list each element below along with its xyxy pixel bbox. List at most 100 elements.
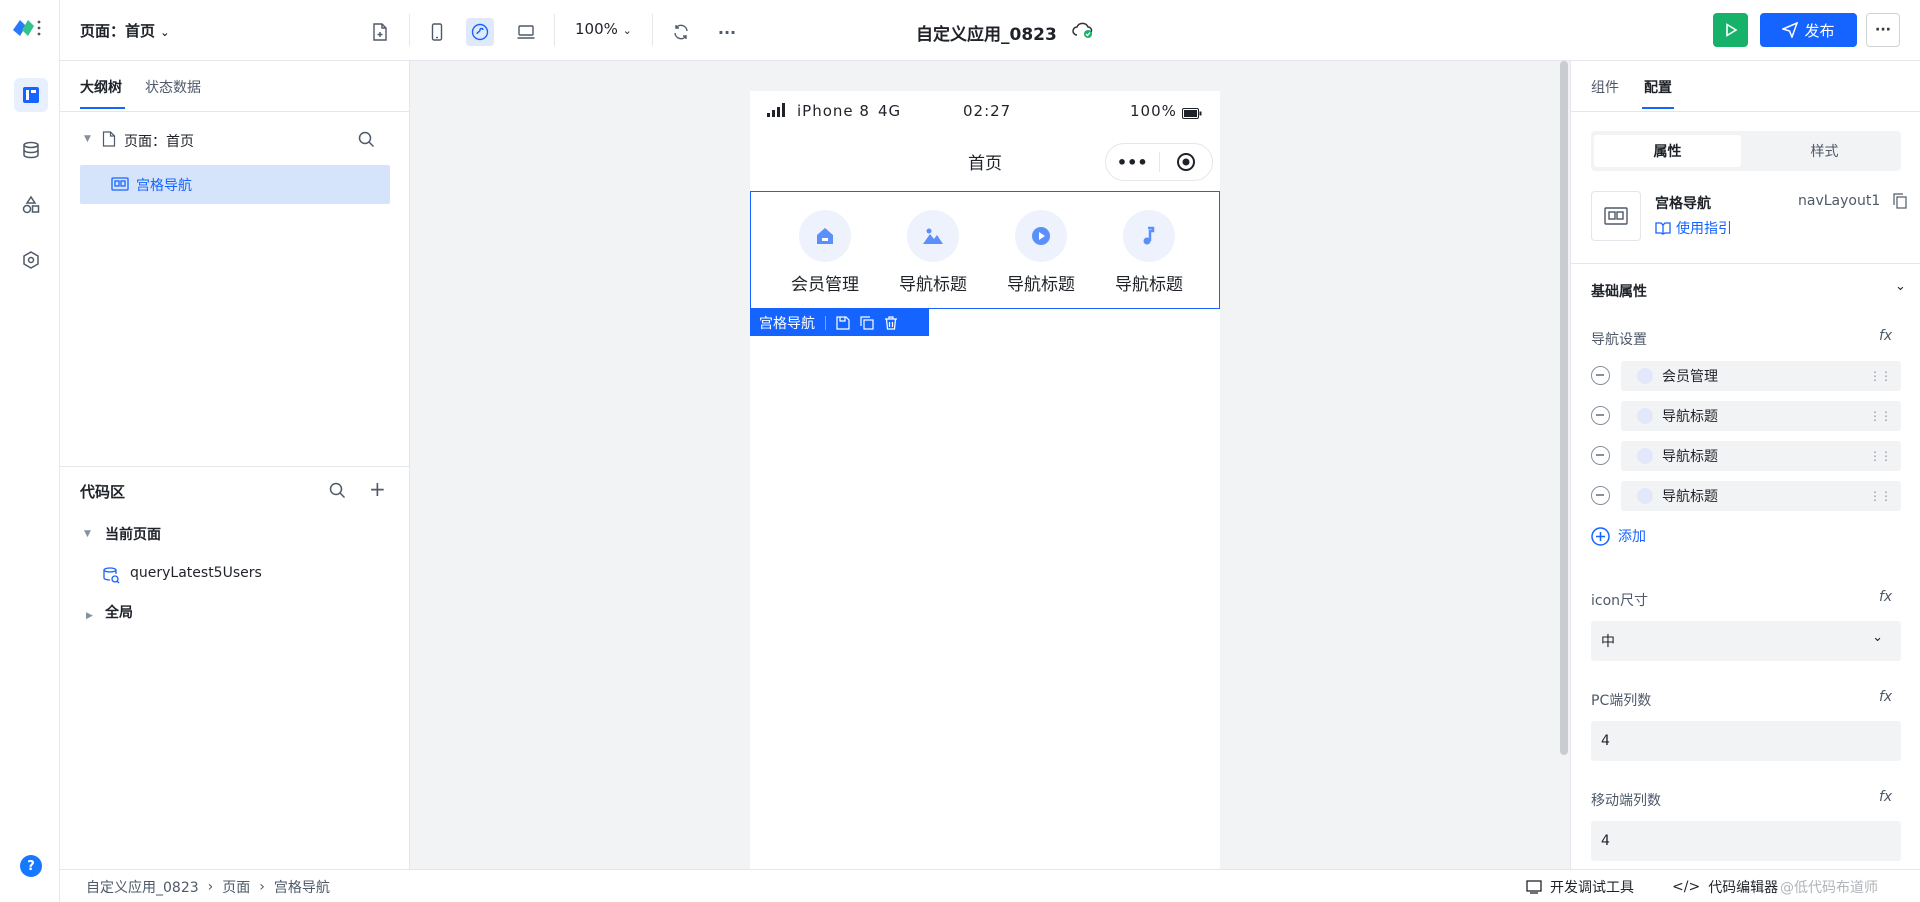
usage-guide-link[interactable]: 使用指引: [1655, 218, 1732, 238]
app-title: 自定义应用_0823: [916, 25, 1057, 45]
drag-handle-icon[interactable]: ⋮⋮: [1869, 368, 1892, 384]
components-icon[interactable]: [14, 188, 48, 222]
status-time: 02:27: [963, 102, 1012, 120]
page-file-icon: [102, 131, 116, 151]
refresh-icon[interactable]: [667, 18, 695, 46]
remove-circle-icon[interactable]: [1591, 446, 1610, 465]
miniprogram-capsule[interactable]: •••: [1105, 143, 1213, 181]
code-editor-label: 代码编辑器: [1708, 880, 1779, 896]
current-page-group[interactable]: 当前页面: [105, 524, 161, 544]
mobile-view-icon[interactable]: [423, 18, 451, 46]
mobile-cols-value: 4: [1601, 833, 1610, 849]
copy-icon[interactable]: [860, 315, 874, 330]
dev-tools-button[interactable]: 开发调试工具: [1526, 877, 1634, 897]
grid-nav-item[interactable]: 导航标题: [1099, 210, 1199, 295]
tab-outline-tree[interactable]: 大纲树: [80, 77, 122, 97]
outline-icon[interactable]: [14, 78, 48, 112]
grid-nav-component[interactable]: 会员管理 导航标题 导航标题 导航标题: [750, 191, 1220, 309]
add-code-icon[interactable]: +: [369, 477, 386, 501]
remove-circle-icon[interactable]: [1591, 366, 1610, 385]
settings-hex-icon[interactable]: [14, 243, 48, 277]
canvas-scrollbar[interactable]: [1560, 61, 1568, 755]
tab-state-data[interactable]: 状态数据: [145, 77, 201, 97]
mobile-cols-input[interactable]: 4: [1591, 821, 1901, 861]
component-name: 宫格导航: [1655, 196, 1711, 212]
fx-icon[interactable]: fx: [1879, 328, 1892, 344]
close-target-icon[interactable]: [1159, 152, 1212, 172]
tree-node-label: 宫格导航: [136, 178, 192, 194]
help-icon[interactable]: ?: [20, 855, 42, 877]
grid-nav-item[interactable]: 导航标题: [883, 210, 983, 295]
section-basic-props[interactable]: 基础属性: [1591, 281, 1647, 301]
battery-icon: [1182, 105, 1202, 123]
selection-toolbar: 宫格导航: [750, 309, 929, 336]
grid-nav-item[interactable]: 会员管理: [775, 210, 875, 295]
chevron-right-icon: ›: [207, 879, 214, 895]
code-editor-button[interactable]: </> 代码编辑器: [1672, 877, 1778, 897]
caret-down-icon[interactable]: ▼: [84, 529, 91, 539]
divider: [60, 111, 410, 112]
search-icon[interactable]: [358, 131, 375, 152]
grid-nav-item[interactable]: 导航标题: [991, 210, 1091, 295]
copy-id-icon[interactable]: [1893, 193, 1907, 213]
app-logo-icon[interactable]: [10, 16, 50, 40]
page-selector-label: 页面：首页: [80, 22, 156, 40]
page-selector[interactable]: 页面：首页 ⌄: [80, 20, 169, 41]
breadcrumb-component[interactable]: 宫格导航: [274, 877, 330, 897]
drag-handle-icon[interactable]: ⋮⋮: [1869, 448, 1892, 464]
save-icon[interactable]: [836, 315, 850, 330]
tree-node-grid-nav[interactable]: 宫格导航: [80, 165, 390, 204]
drag-handle-icon[interactable]: ⋮⋮: [1869, 488, 1892, 504]
dev-tools-label: 开发调试工具: [1550, 880, 1634, 896]
nav-setting-row: 导航标题 ⋮⋮: [1591, 481, 1901, 511]
divider: [409, 14, 410, 46]
nav-setting-item[interactable]: 导航标题 ⋮⋮: [1621, 441, 1901, 471]
add-page-icon[interactable]: [366, 18, 394, 46]
miniprogram-view-icon[interactable]: [466, 18, 494, 46]
nav-setting-item[interactable]: 会员管理 ⋮⋮: [1621, 361, 1901, 391]
play-icon: [1725, 23, 1738, 37]
drag-handle-icon[interactable]: ⋮⋮: [1869, 408, 1892, 424]
zoom-value: 100%: [575, 20, 618, 38]
caret-down-icon[interactable]: ▼: [84, 134, 91, 144]
fx-icon[interactable]: fx: [1879, 789, 1892, 805]
breadcrumb-app[interactable]: 自定义应用_0823: [86, 877, 199, 897]
desktop-view-icon[interactable]: [512, 18, 540, 46]
nav-setting-item[interactable]: 导航标题 ⋮⋮: [1621, 481, 1901, 511]
run-button[interactable]: [1713, 13, 1748, 47]
nav-setting-item[interactable]: 导航标题 ⋮⋮: [1621, 401, 1901, 431]
breadcrumb-page[interactable]: 页面: [222, 877, 250, 897]
divider: [554, 14, 555, 46]
more-horizontal-icon[interactable]: ···: [713, 18, 741, 46]
segment-style[interactable]: 样式: [1751, 135, 1898, 167]
global-group[interactable]: 全局: [105, 602, 133, 622]
nav-setting-row: 导航标题 ⋮⋮: [1591, 401, 1901, 431]
caret-right-icon[interactable]: ▶: [86, 611, 93, 621]
fx-icon[interactable]: fx: [1879, 689, 1892, 705]
pc-cols-value: 4: [1601, 733, 1610, 749]
add-nav-button[interactable]: 添加: [1591, 526, 1646, 546]
zoom-select[interactable]: 100% ⌄: [575, 20, 632, 38]
icon-size-select[interactable]: 中 ⌄: [1591, 621, 1901, 661]
database-icon[interactable]: [14, 133, 48, 167]
tab-config[interactable]: 配置: [1644, 77, 1672, 97]
bottom-bar: 自定义应用_0823 › 页面 › 宫格导航 开发调试工具 </> 代码编辑器 …: [60, 869, 1920, 902]
pc-cols-input[interactable]: 4: [1591, 721, 1901, 761]
code-search-icon[interactable]: [329, 482, 346, 503]
query-item[interactable]: queryLatest5Users: [130, 565, 262, 581]
remove-circle-icon[interactable]: [1591, 486, 1610, 505]
tab-components[interactable]: 组件: [1591, 77, 1619, 97]
delete-icon[interactable]: [884, 315, 898, 330]
tree-page-node[interactable]: 页面：首页: [124, 131, 194, 151]
chevron-down-icon[interactable]: ⌄: [1895, 279, 1906, 294]
segment-properties[interactable]: 属性: [1594, 135, 1741, 167]
play-icon: [1637, 448, 1653, 464]
fx-icon[interactable]: fx: [1879, 589, 1892, 605]
publish-button[interactable]: 发布: [1760, 13, 1857, 47]
selection-label: 宫格导航: [759, 315, 815, 332]
divider: [1571, 263, 1920, 264]
more-menu-button[interactable]: ···: [1866, 13, 1900, 47]
more-horizontal-icon[interactable]: •••: [1106, 153, 1159, 172]
remove-circle-icon[interactable]: [1591, 406, 1610, 425]
monitor-icon: [1526, 880, 1542, 894]
